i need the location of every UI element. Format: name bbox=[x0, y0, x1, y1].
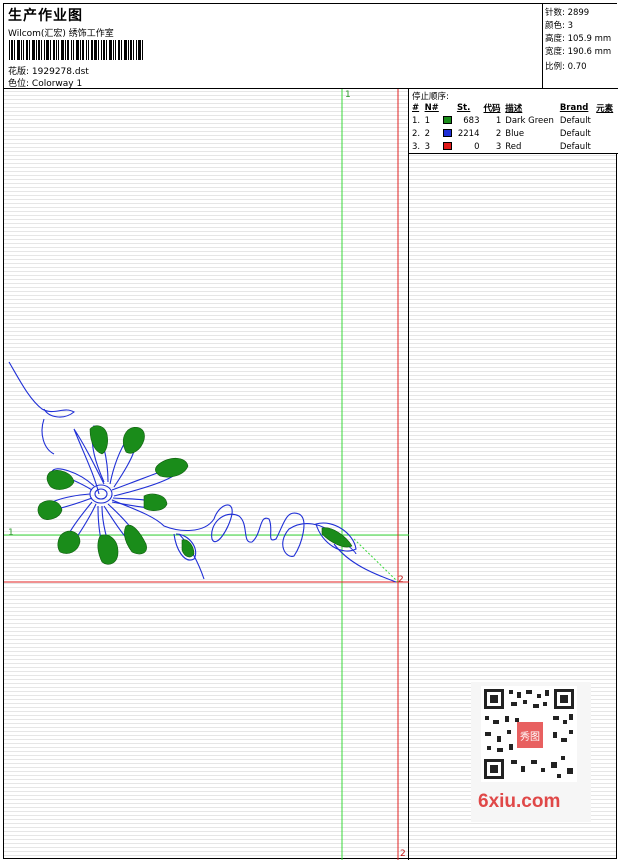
table-row: 2. 2 2214 2 Blue Default bbox=[410, 127, 616, 140]
green-guide-left-label: 1 bbox=[8, 528, 14, 538]
stat-label: 颜色: bbox=[545, 21, 565, 31]
barcode-image bbox=[9, 40, 143, 60]
col-code: 代码 bbox=[483, 103, 501, 114]
row-code: 3 bbox=[495, 141, 502, 152]
row-index: 3. bbox=[412, 141, 421, 152]
green-guide-top-label: 1 bbox=[345, 90, 351, 100]
row-element bbox=[594, 114, 616, 127]
col-description: 描述 bbox=[505, 103, 523, 114]
row-code: 2 bbox=[495, 128, 502, 139]
stat-label: 针数: bbox=[545, 8, 565, 18]
stat-value: 3 bbox=[567, 21, 573, 31]
stat-label: 高度: bbox=[545, 34, 565, 44]
stat-colors: 颜色: 3 bbox=[545, 19, 573, 31]
watermark-text: 6xiu.com bbox=[478, 791, 561, 812]
right-leaf-fill bbox=[321, 527, 353, 548]
red-guide-bottom-label: 2 bbox=[400, 849, 406, 859]
colorway-name: Colorway 1 bbox=[31, 79, 83, 89]
production-sheet: 生产作业图 Wilcom(汇宏) 绣饰工作室 花版: 1929278.dst 色… bbox=[3, 3, 618, 860]
petal-fill-right-lower bbox=[143, 493, 168, 511]
col-element: 元素 bbox=[596, 103, 614, 114]
row-element bbox=[594, 127, 616, 140]
col-brand: Brand bbox=[559, 102, 589, 113]
studio-name: Wilcom(汇宏) 绣饰工作室 bbox=[8, 29, 114, 39]
col-index: # bbox=[412, 102, 420, 113]
stat-value: 190.6 mm bbox=[567, 47, 612, 57]
petal-fill-upper-left bbox=[46, 470, 75, 490]
row-brand: Default bbox=[559, 128, 591, 139]
row-stitches: 2214 bbox=[457, 128, 480, 139]
row-brand: Default bbox=[559, 141, 591, 152]
color-swatch bbox=[443, 142, 453, 150]
petal-fill-left bbox=[37, 500, 63, 520]
stat-value: 105.9 mm bbox=[567, 34, 612, 44]
stat-value: 0.70 bbox=[567, 62, 587, 72]
row-code: 1 bbox=[495, 115, 502, 126]
color-swatch bbox=[443, 129, 453, 137]
red-guide-right-label: 2 bbox=[398, 575, 404, 585]
qr-code-image: 秀图 bbox=[481, 686, 577, 782]
col-stitches: St. bbox=[456, 102, 471, 113]
qr-badge-text: 秀图 bbox=[520, 731, 540, 743]
table-header-row: # N# St. 代码 描述 Brand 元素 bbox=[410, 101, 616, 114]
row-brand: Default bbox=[559, 115, 591, 126]
page-title: 生产作业图 bbox=[8, 8, 83, 24]
row-swatch-cell bbox=[441, 114, 454, 127]
stem-lower bbox=[41, 418, 55, 455]
petal-fill-top bbox=[89, 425, 108, 455]
green-jump-line bbox=[353, 538, 399, 583]
row-stitches: 683 bbox=[463, 115, 480, 126]
row-swatch-cell bbox=[441, 127, 454, 140]
petal-fill-bottom bbox=[97, 534, 119, 565]
flower-center-inner bbox=[94, 488, 108, 500]
row-element bbox=[594, 140, 616, 153]
row-needle: 1 bbox=[424, 115, 430, 126]
embroidery-design bbox=[4, 89, 409, 860]
stop-sequence-table: # N# St. 代码 描述 Brand 元素 1. 1 683 1 Dark … bbox=[410, 101, 616, 153]
flower-center-outer bbox=[89, 484, 113, 504]
color-swatch bbox=[443, 116, 453, 124]
colorway-label: 色位: bbox=[8, 79, 30, 89]
petal-fill-right bbox=[155, 457, 189, 478]
row-index: 2. bbox=[412, 128, 421, 139]
col-swatch bbox=[441, 101, 454, 114]
stat-width: 宽度: 190.6 mm bbox=[545, 45, 611, 57]
col-needle: N# bbox=[424, 102, 439, 113]
table-row: 1. 1 683 1 Dark Green Default bbox=[410, 114, 616, 127]
row-description: Blue bbox=[505, 128, 525, 139]
row-index: 1. bbox=[412, 115, 421, 126]
stop-sequence-table-area: 停止顺序: # N# St. 代码 描述 Brand 元素 1. 1 683 1… bbox=[409, 89, 618, 154]
sheet-header: 生产作业图 Wilcom(汇宏) 绣饰工作室 花版: 1929278.dst 色… bbox=[4, 4, 542, 89]
petal-fill-lower-right bbox=[124, 524, 147, 555]
right-stem-tail bbox=[333, 543, 397, 583]
stat-scale: 比例: 0.70 bbox=[545, 60, 587, 72]
row-description: Dark Green bbox=[505, 115, 554, 126]
stat-height: 高度: 105.9 mm bbox=[545, 32, 611, 44]
stat-stitches: 针数: 2899 bbox=[545, 6, 589, 18]
row-needle: 2 bbox=[424, 128, 430, 139]
row-description: Red bbox=[505, 141, 522, 152]
row-stitches: 0 bbox=[474, 141, 480, 152]
row-swatch-cell bbox=[441, 140, 454, 153]
stem-curl bbox=[8, 361, 75, 418]
row-needle: 3 bbox=[424, 141, 430, 152]
stat-value: 2899 bbox=[567, 8, 590, 18]
colorway-row: 色位: Colorway 1 bbox=[8, 76, 82, 89]
petal-fill-upper-right bbox=[122, 427, 145, 454]
stat-label: 比例: bbox=[545, 62, 565, 72]
design-stats: 针数: 2899 颜色: 3 高度: 105.9 mm 宽度: 190.6 mm… bbox=[542, 4, 618, 89]
stat-label: 宽度: bbox=[545, 47, 565, 57]
table-row: 3. 3 0 3 Red Default bbox=[410, 140, 616, 153]
petal-fill-lower-left bbox=[57, 530, 81, 554]
